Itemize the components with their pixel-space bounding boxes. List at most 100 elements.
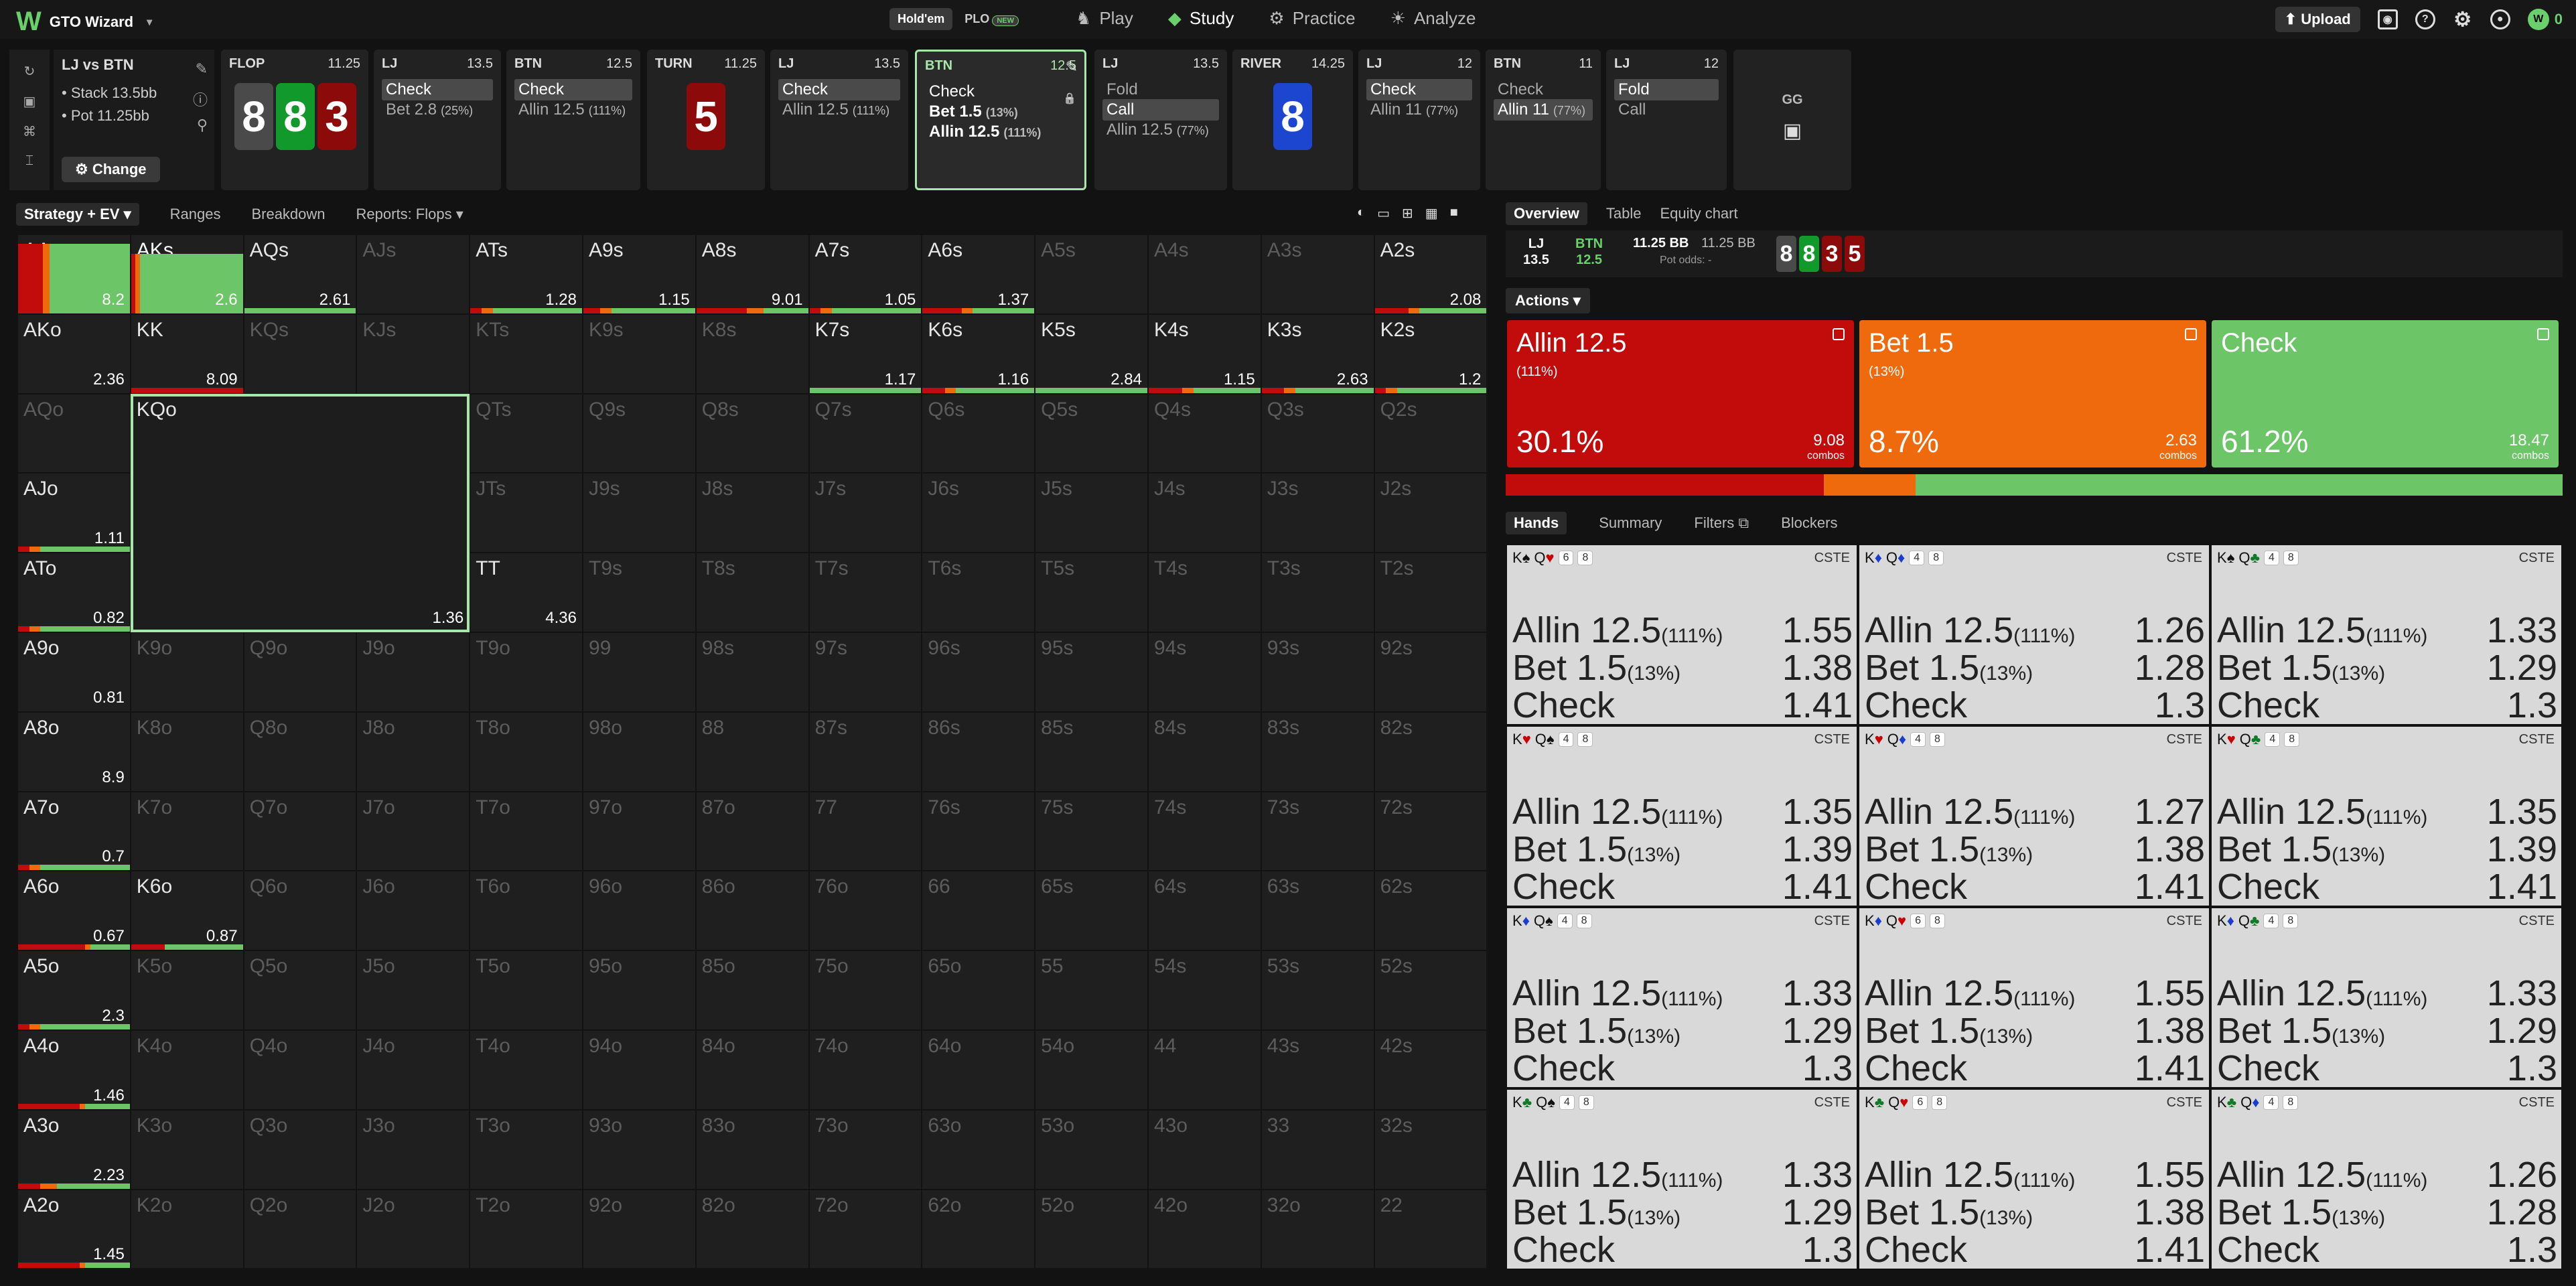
hand-cell[interactable]: J8s	[695, 473, 809, 553]
path-action[interactable]: Check	[1366, 79, 1472, 100]
hand-cell[interactable]: 42o	[1147, 1189, 1261, 1269]
hand-cell[interactable]: Q6o	[243, 871, 357, 951]
hand-cell[interactable]: A2o 1.45	[17, 1189, 131, 1269]
hand-cell[interactable]: 83s	[1261, 711, 1374, 792]
hand-cell[interactable]: 54s	[1147, 950, 1261, 1030]
path-action[interactable]: Call	[1102, 99, 1219, 121]
hand-cell[interactable]: Q8o	[243, 711, 357, 792]
tab-summary[interactable]: Summary	[1599, 514, 1662, 532]
hand-cell[interactable]: QTs	[470, 393, 583, 474]
hand-cell[interactable]: 43o	[1147, 1109, 1261, 1190]
hand-cell[interactable]: A9o 0.81	[17, 632, 131, 712]
hand-cell[interactable]: A8o 8.9	[17, 711, 131, 792]
edit-icon[interactable]: ✎	[196, 60, 208, 78]
hand-cell[interactable]: KQo 1.36	[130, 393, 470, 632]
hand-cell[interactable]: Q4s	[1147, 393, 1261, 474]
hand-cell[interactable]: 88	[695, 711, 809, 792]
hand-cell[interactable]: T9o	[470, 632, 583, 712]
tab-ranges[interactable]: Ranges	[170, 206, 221, 223]
tab-filters[interactable]: Filters ⧉	[1694, 514, 1749, 532]
hand-cell[interactable]: T9s	[582, 553, 696, 632]
hand-cell[interactable]: 43s	[1261, 1029, 1374, 1110]
tab-blockers[interactable]: Blockers	[1781, 514, 1837, 532]
hand-cell[interactable]: KK 8.09	[130, 313, 244, 394]
hand-cell[interactable]: J6s	[922, 473, 1035, 553]
hand-cell[interactable]: J7o	[356, 791, 470, 871]
action-box-check[interactable]: Check 61.2% 18.47 combos	[2212, 320, 2559, 468]
hand-cell[interactable]: Q7s	[808, 393, 922, 474]
hand-cell[interactable]: JTs	[470, 473, 583, 553]
path-action[interactable]: Check	[1494, 79, 1547, 100]
hand-cell[interactable]: 97o	[582, 791, 696, 871]
hand-cell[interactable]: 32s	[1374, 1109, 1488, 1190]
holdem-toggle[interactable]: Hold'em	[889, 8, 953, 30]
tab-strategy-ev[interactable]: Strategy + EV ▾	[16, 203, 139, 226]
save-icon[interactable]: ▣	[9, 93, 50, 110]
expand-icon[interactable]	[2537, 328, 2549, 340]
hand-cell[interactable]: AKs 2.6	[130, 234, 244, 314]
hand-cell[interactable]: 44	[1147, 1029, 1261, 1110]
path-spot[interactable]: BTN 12.5 Check Bet 1.5 (13%) Allin 12.5 (111%)…	[915, 50, 1086, 190]
hand-combo-card[interactable]: K♣ Q♥ 6 8 CSTE Allin 12.5(111%) 1.55 Bet 1.5(13…	[1859, 1090, 2209, 1269]
hand-cell[interactable]: 86o	[695, 871, 809, 951]
tab-reports-flops[interactable]: Reports: Flops ▾	[356, 206, 463, 223]
hand-cell[interactable]: ATo 0.82	[17, 553, 131, 632]
hand-combo-card[interactable]: K♥ Q♠ 4 8 CSTE Allin 12.5(111%) 1.35 Bet 1.5(13…	[1507, 727, 1857, 906]
hand-cell[interactable]: KQs	[243, 313, 357, 394]
hand-combo-card[interactable]: K♦ Q♥ 6 8 CSTE Allin 12.5(111%) 1.55 Bet 1.5(13…	[1859, 908, 2209, 1087]
hand-cell[interactable]: J9o	[356, 632, 470, 712]
hand-cell[interactable]: A4o 1.46	[17, 1029, 131, 1110]
hand-cell[interactable]: A7o 0.7	[17, 791, 131, 871]
hand-combo-card[interactable]: K♥ Q♣ 4 8 CSTE Allin 12.5(111%) 1.35 Bet 1.5(13…	[2212, 727, 2561, 906]
hand-cell[interactable]: J3o	[356, 1109, 470, 1190]
hand-cell[interactable]: Q3o	[243, 1109, 357, 1190]
hand-cell[interactable]: K9s	[582, 313, 696, 394]
path-action[interactable]: Check	[382, 79, 493, 100]
hand-cell[interactable]: 96s	[922, 632, 1035, 712]
hand-cell[interactable]: T7s	[808, 553, 922, 632]
hand-cell[interactable]: T5o	[470, 950, 583, 1030]
hand-cell[interactable]: ATs 1.28	[470, 234, 583, 314]
avatar[interactable]: W	[2527, 9, 2549, 30]
hand-cell[interactable]: K4s 1.15	[1147, 313, 1261, 394]
hand-cell[interactable]: T8s	[695, 553, 809, 632]
hand-cell[interactable]: K3s 2.63	[1261, 313, 1374, 394]
full-view-icon[interactable]: ■	[1450, 205, 1458, 222]
help-icon[interactable]: ?	[2415, 9, 2435, 29]
hand-cell[interactable]: K8s	[695, 313, 809, 394]
hand-cell[interactable]: 64o	[922, 1029, 1035, 1110]
menu-study[interactable]: ◆ Study	[1164, 5, 1238, 31]
hand-cell[interactable]: 84o	[695, 1029, 809, 1110]
hand-cell[interactable]: 94o	[582, 1029, 696, 1110]
path-action[interactable]: Allin 12.5 (111%)	[925, 121, 1045, 143]
hand-cell[interactable]: 83o	[695, 1109, 809, 1190]
hand-cell[interactable]: 52o	[1035, 1189, 1148, 1269]
path-action[interactable]: Allin 11 (77%)	[1366, 99, 1462, 121]
hand-combo-card[interactable]: K♣ Q♠ 4 8 CSTE Allin 12.5(111%) 1.33 Bet 1.5(13…	[1507, 1090, 1857, 1269]
hand-cell[interactable]: Q5o	[243, 950, 357, 1030]
hand-cell[interactable]: TT 4.36	[470, 553, 583, 632]
path-action[interactable]: Call	[1614, 99, 1650, 121]
hand-cell[interactable]: Q8s	[695, 393, 809, 474]
hand-cell[interactable]: Q9s	[582, 393, 696, 474]
hand-cell[interactable]: K6s 1.16	[922, 313, 1035, 394]
hand-cell[interactable]: 63s	[1261, 871, 1374, 951]
hand-cell[interactable]: A2s 2.08	[1374, 234, 1488, 314]
hand-cell[interactable]: K4o	[130, 1029, 244, 1110]
hand-cell[interactable]: 63o	[922, 1109, 1035, 1190]
hand-cell[interactable]: J9s	[582, 473, 696, 553]
hand-cell[interactable]: A7s 1.05	[808, 234, 922, 314]
upload-button[interactable]: ⬆ Upload	[2275, 7, 2360, 32]
hand-cell[interactable]: 72o	[808, 1189, 922, 1269]
hand-cell[interactable]: K2o	[130, 1189, 244, 1269]
hand-cell[interactable]: J4o	[356, 1029, 470, 1110]
hand-cell[interactable]: 87s	[808, 711, 922, 792]
logo[interactable]: W GTO Wizard ▾	[16, 7, 152, 37]
hand-cell[interactable]: 92s	[1374, 632, 1488, 712]
hand-cell[interactable]: A5o 2.3	[17, 950, 131, 1030]
hand-cell[interactable]: 82s	[1374, 711, 1488, 792]
hand-cell[interactable]: T2s	[1374, 553, 1488, 632]
hand-cell[interactable]: AKo 2.36	[17, 313, 131, 394]
hand-cell[interactable]: Q9o	[243, 632, 357, 712]
hand-combo-card[interactable]: K♦ Q♠ 4 8 CSTE Allin 12.5(111%) 1.33 Bet 1.5(13…	[1507, 908, 1857, 1087]
